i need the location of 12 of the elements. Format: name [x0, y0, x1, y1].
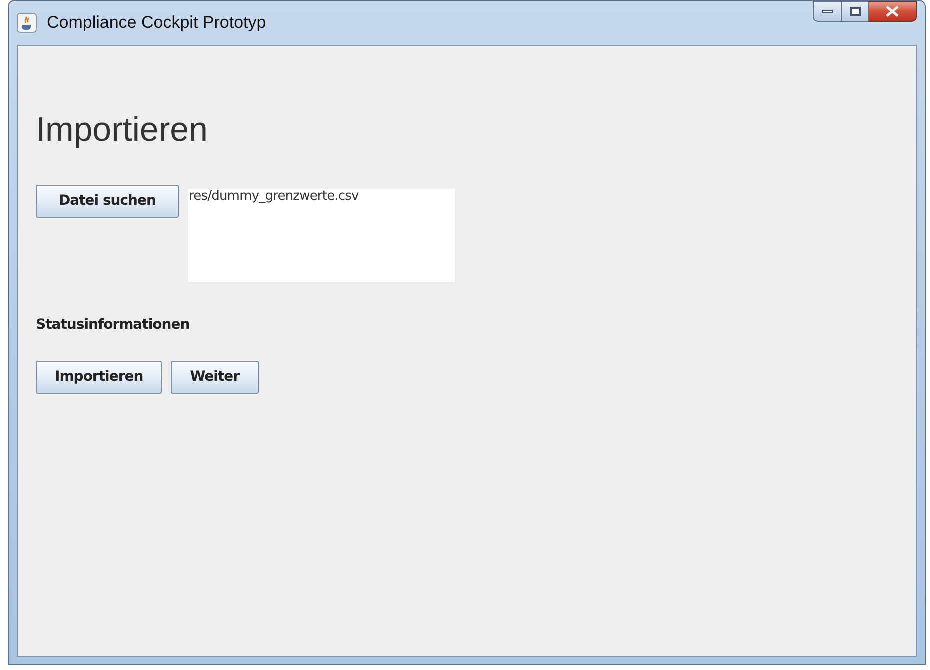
close-button[interactable] — [869, 1, 917, 22]
java-cup-icon — [17, 13, 37, 33]
close-icon — [886, 6, 899, 17]
file-path-area[interactable]: res/dummy_grenzwerte.csv — [188, 189, 455, 282]
window-title: Compliance Cockpit Prototyp — [47, 12, 266, 34]
next-button[interactable]: Weiter — [171, 361, 259, 394]
status-label: Statusinformationen — [36, 316, 191, 335]
maximize-button[interactable] — [842, 1, 869, 22]
browse-file-button[interactable]: Datei suchen — [36, 185, 179, 218]
import-button[interactable]: Importieren — [36, 361, 162, 394]
page-heading: Importieren — [36, 110, 209, 150]
minimize-button[interactable] — [813, 1, 842, 22]
